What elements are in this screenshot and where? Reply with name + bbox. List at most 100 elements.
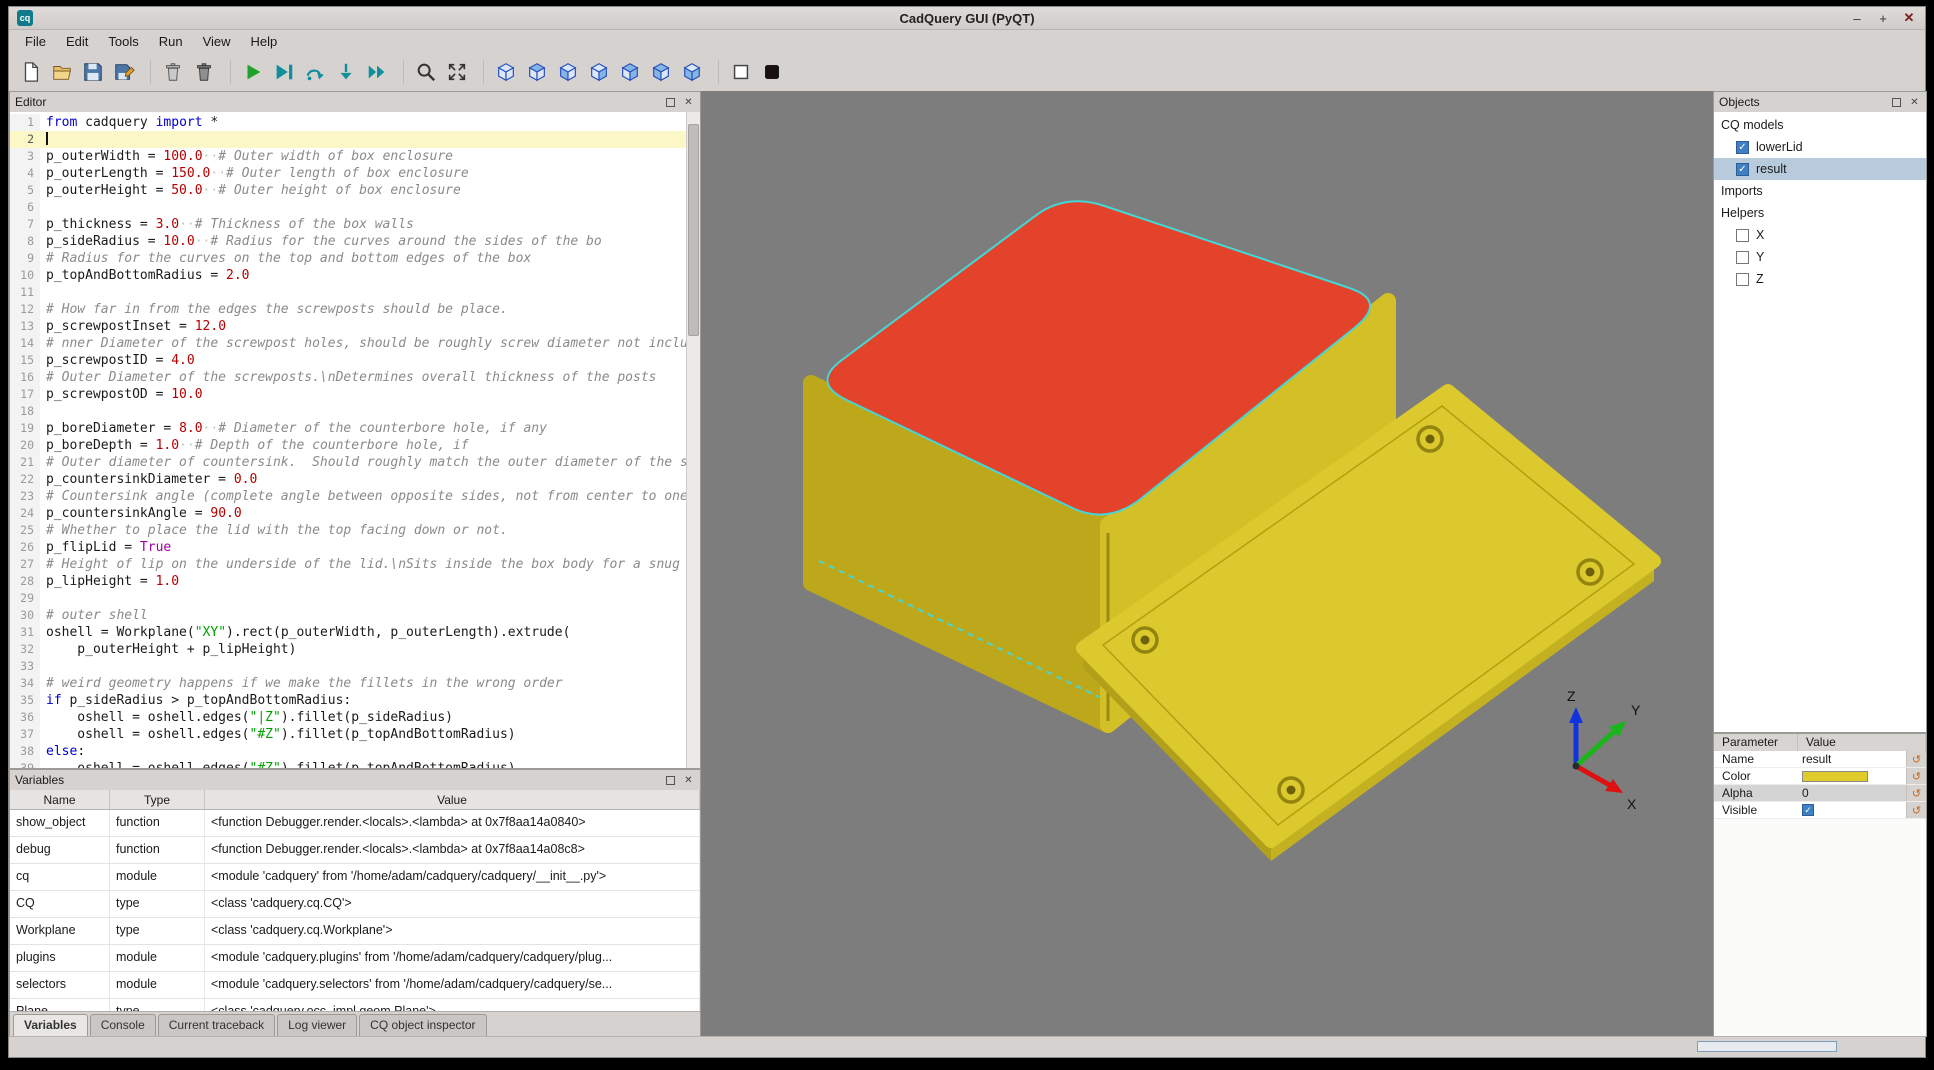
reset-button[interactable]: ↺ bbox=[1906, 751, 1926, 767]
checkbox-result[interactable]: ✓ bbox=[1736, 163, 1749, 176]
variables-float-button[interactable] bbox=[664, 774, 677, 787]
titlebar[interactable]: cq CadQuery GUI (PyQT) – + ✕ bbox=[9, 7, 1925, 30]
view-iso-icon[interactable] bbox=[492, 59, 519, 86]
checkbox-lowerlid[interactable]: ✓ bbox=[1736, 141, 1749, 154]
code-line[interactable]: 19p_boreDiameter = 8.0··# Diameter of th… bbox=[10, 420, 687, 437]
code-line[interactable]: 31oshell = Workplane("XY").rect(p_outerW… bbox=[10, 624, 687, 641]
color-swatch[interactable] bbox=[1802, 771, 1868, 782]
minimize-button[interactable]: – bbox=[1849, 11, 1865, 26]
scrollbar-thumb[interactable] bbox=[688, 124, 699, 336]
view-left-icon[interactable] bbox=[554, 59, 581, 86]
open-file-icon[interactable] bbox=[48, 59, 75, 86]
tree-item-x[interactable]: X bbox=[1714, 224, 1926, 246]
code-line[interactable]: 27# Height of lip on the underside of th… bbox=[10, 556, 687, 573]
code-line[interactable]: 4p_outerLength = 150.0··# Outer length o… bbox=[10, 165, 687, 182]
view-wireframe-icon[interactable] bbox=[727, 59, 754, 86]
checkbox-y[interactable] bbox=[1736, 251, 1749, 264]
menu-view[interactable]: View bbox=[193, 31, 241, 52]
code-line[interactable]: 16# Outer Diameter of the screwposts.\nD… bbox=[10, 369, 687, 386]
code-line[interactable]: 33 bbox=[10, 658, 687, 675]
tab-current-traceback[interactable]: Current traceback bbox=[158, 1014, 275, 1036]
code-line[interactable]: 24p_countersinkAngle = 90.0 bbox=[10, 505, 687, 522]
table-row[interactable]: Workplanetype<class 'cadquery.cq.Workpla… bbox=[10, 918, 700, 945]
code-line[interactable]: 3p_outerWidth = 100.0··# Outer width of … bbox=[10, 148, 687, 165]
tree-item-imports[interactable]: Imports bbox=[1714, 180, 1926, 202]
view-bottom-icon[interactable] bbox=[678, 59, 705, 86]
clear-icon[interactable] bbox=[159, 59, 186, 86]
table-row[interactable]: show_objectfunction<function Debugger.re… bbox=[10, 810, 700, 837]
editor-close-button[interactable]: ✕ bbox=[682, 96, 695, 109]
objects-float-button[interactable] bbox=[1890, 96, 1903, 109]
code-line[interactable]: 30# outer shell bbox=[10, 607, 687, 624]
tab-log-viewer[interactable]: Log viewer bbox=[277, 1014, 357, 1036]
render-icon[interactable] bbox=[239, 59, 266, 86]
code-line[interactable]: 7p_thickness = 3.0··# Thickness of the b… bbox=[10, 216, 687, 233]
column-header-name[interactable]: Name bbox=[10, 790, 110, 810]
tree-item-result[interactable]: ✓result bbox=[1714, 158, 1926, 180]
tree-item-helpers[interactable]: Helpers bbox=[1714, 202, 1926, 224]
save-icon[interactable] bbox=[79, 59, 106, 86]
delete-icon[interactable] bbox=[190, 59, 217, 86]
code-line[interactable]: 10p_topAndBottomRadius = 2.0 bbox=[10, 267, 687, 284]
code-line[interactable]: 20p_boreDepth = 1.0··# Depth of the coun… bbox=[10, 437, 687, 454]
code-line[interactable]: 21# Outer diameter of countersink. Shoul… bbox=[10, 454, 687, 471]
view-top-icon[interactable] bbox=[647, 59, 674, 86]
menu-file[interactable]: File bbox=[15, 31, 56, 52]
menu-help[interactable]: Help bbox=[241, 31, 288, 52]
code-line[interactable]: 26p_flipLid = True bbox=[10, 539, 687, 556]
editor-scrollbar[interactable] bbox=[686, 112, 700, 768]
tab-cq-object-inspector[interactable]: CQ object inspector bbox=[359, 1014, 486, 1036]
code-line[interactable]: 18 bbox=[10, 403, 687, 420]
visible-checkbox[interactable]: ✓ bbox=[1802, 804, 1814, 816]
code-line[interactable]: 32 p_outerHeight + p_lipHeight) bbox=[10, 641, 687, 658]
tab-variables[interactable]: Variables bbox=[13, 1014, 88, 1036]
menu-run[interactable]: Run bbox=[149, 31, 193, 52]
code-line[interactable]: 29 bbox=[10, 590, 687, 607]
code-line[interactable]: 8p_sideRadius = 10.0··# Radius for the c… bbox=[10, 233, 687, 250]
step-over-icon[interactable] bbox=[301, 59, 328, 86]
table-row[interactable]: CQtype<class 'cadquery.cq.CQ'> bbox=[10, 891, 700, 918]
column-header-type[interactable]: Type bbox=[110, 790, 205, 810]
maximize-button[interactable]: + bbox=[1875, 11, 1891, 26]
code-line[interactable]: 38else: bbox=[10, 743, 687, 760]
code-line[interactable]: 17p_screwpostOD = 10.0 bbox=[10, 386, 687, 403]
view-right-icon[interactable] bbox=[616, 59, 643, 86]
code-line[interactable]: 5p_outerHeight = 50.0··# Outer height of… bbox=[10, 182, 687, 199]
view-axo-icon[interactable] bbox=[523, 59, 550, 86]
table-row[interactable]: pluginsmodule<module 'cadquery.plugins' … bbox=[10, 945, 700, 972]
code-line[interactable]: 35if p_sideRadius > p_topAndBottomRadius… bbox=[10, 692, 687, 709]
code-line[interactable]: 28p_lipHeight = 1.0 bbox=[10, 573, 687, 590]
code-line[interactable]: 37 oshell = oshell.edges("#Z").fillet(p_… bbox=[10, 726, 687, 743]
table-row[interactable]: debugfunction<function Debugger.render.<… bbox=[10, 837, 700, 864]
debug-icon[interactable] bbox=[270, 59, 297, 86]
code-line[interactable]: 15p_screwpostID = 4.0 bbox=[10, 352, 687, 369]
menu-tools[interactable]: Tools bbox=[98, 31, 148, 52]
code-line[interactable]: 25# Whether to place the lid with the to… bbox=[10, 522, 687, 539]
code-line[interactable]: 11 bbox=[10, 284, 687, 301]
table-row[interactable]: selectorsmodule<module 'cadquery.selecto… bbox=[10, 972, 700, 999]
reset-button[interactable]: ↺ bbox=[1906, 802, 1926, 818]
checkbox-x[interactable] bbox=[1736, 229, 1749, 242]
reset-button[interactable]: ↺ bbox=[1906, 768, 1926, 784]
code-line[interactable]: 13p_screwpostInset = 12.0 bbox=[10, 318, 687, 335]
variables-close-button[interactable]: ✕ bbox=[682, 774, 695, 787]
tree-item-z[interactable]: Z bbox=[1714, 268, 1926, 290]
code-line[interactable]: 12# How far in from the edges the screwp… bbox=[10, 301, 687, 318]
viewport-3d[interactable]: Z Y X bbox=[701, 91, 1713, 1037]
zoom-icon[interactable] bbox=[412, 59, 439, 86]
continue-icon[interactable] bbox=[363, 59, 390, 86]
code-line[interactable]: 39 oshell = oshell.edges("#Z").fillet(p_… bbox=[10, 760, 687, 768]
code-line[interactable]: 1from cadquery import * bbox=[10, 114, 687, 131]
code-line[interactable]: 6 bbox=[10, 199, 687, 216]
tree-item-lowerlid[interactable]: ✓lowerLid bbox=[1714, 136, 1926, 158]
close-button[interactable]: ✕ bbox=[1901, 10, 1917, 26]
new-file-icon[interactable] bbox=[17, 59, 44, 86]
view-front-icon[interactable] bbox=[585, 59, 612, 86]
save-as-icon[interactable] bbox=[110, 59, 137, 86]
code-line[interactable]: 14# nner Diameter of the screwpost holes… bbox=[10, 335, 687, 352]
table-row[interactable]: cqmodule<module 'cadquery' from '/home/a… bbox=[10, 864, 700, 891]
tree-item-y[interactable]: Y bbox=[1714, 246, 1926, 268]
code-line[interactable]: 23# Countersink angle (complete angle be… bbox=[10, 488, 687, 505]
code-line[interactable]: 34# weird geometry happens if we make th… bbox=[10, 675, 687, 692]
objects-close-button[interactable]: ✕ bbox=[1908, 96, 1921, 109]
